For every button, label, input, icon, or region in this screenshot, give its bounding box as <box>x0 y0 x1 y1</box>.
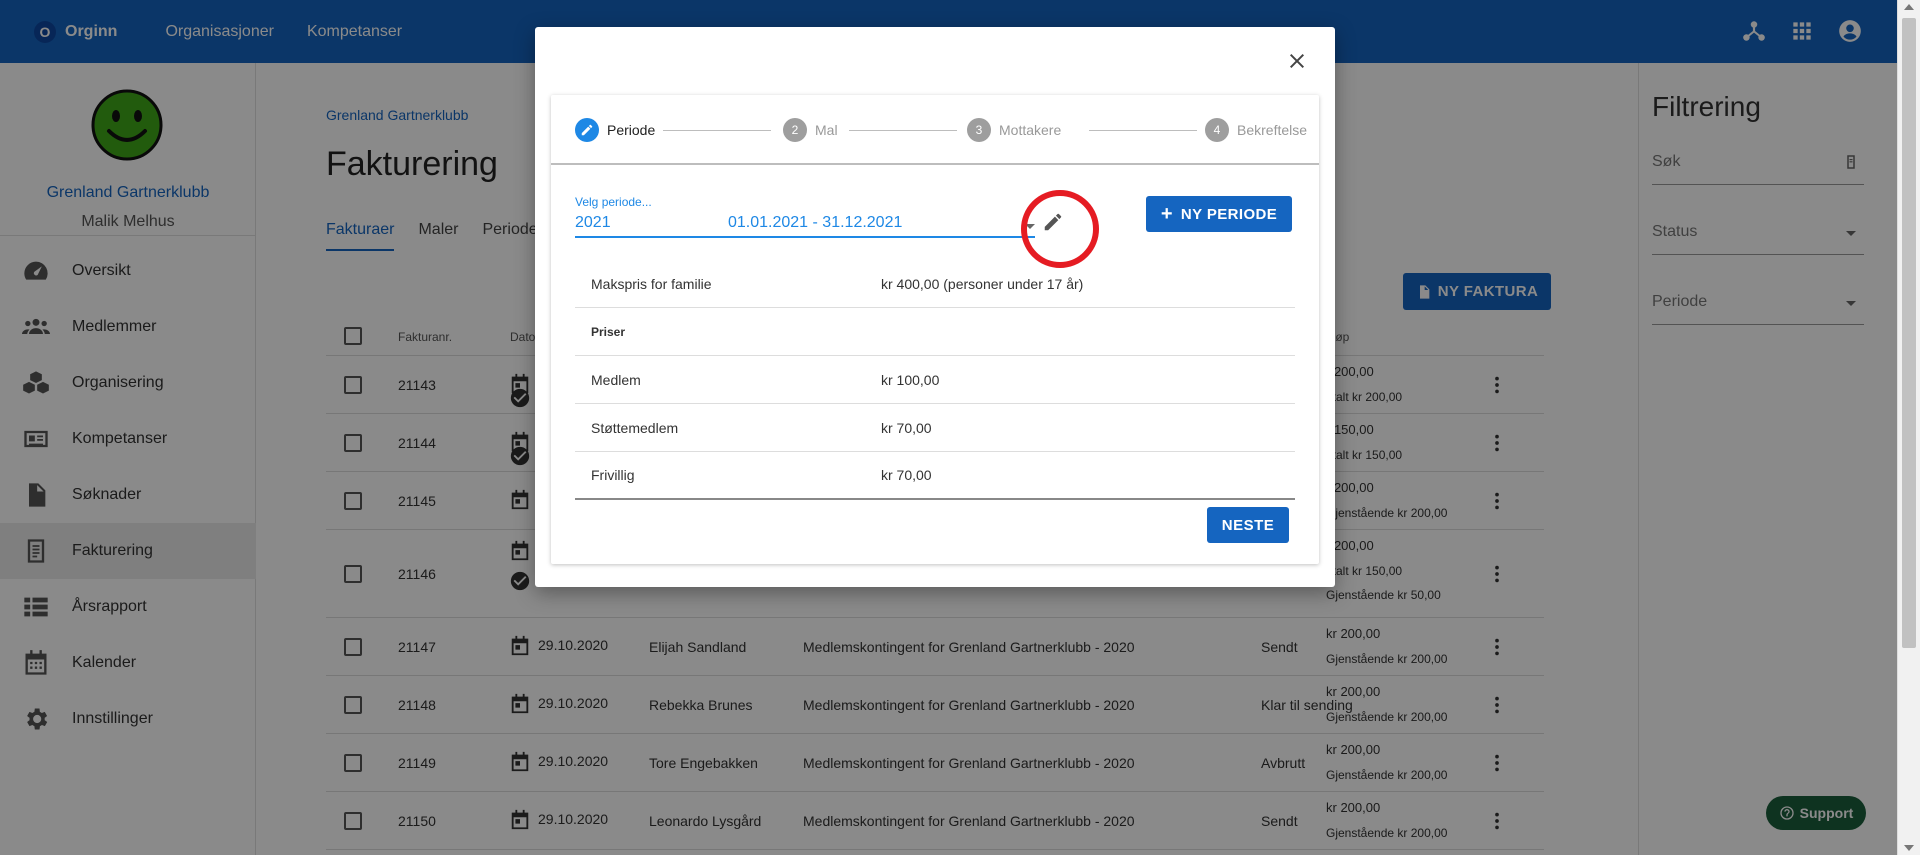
period-year: 2021 <box>575 214 611 231</box>
price-section-title: Priser <box>591 324 626 339</box>
price-row-stottemedlem: Støttemedlem kr 70,00 <box>575 404 1295 452</box>
step-connector <box>663 130 771 131</box>
price-section-header: Priser <box>575 308 1295 356</box>
price-label: Støttemedlem <box>591 419 679 436</box>
scrollbar-thumb[interactable] <box>1902 18 1916 648</box>
price-row-medlem: Medlem kr 100,00 <box>575 356 1295 404</box>
new-invoice-dialog: Periode 2 Mal 3 Mottakere 4 Bekreftelse … <box>535 27 1335 587</box>
step-label: Mottakere <box>999 122 1062 138</box>
price-value: kr 70,00 <box>881 467 932 483</box>
wizard-stepper: Periode 2 Mal 3 Mottakere 4 Bekreftelse <box>551 95 1319 165</box>
scroll-up-arrow-icon[interactable] <box>1904 4 1914 10</box>
price-value: kr 70,00 <box>881 419 932 436</box>
period-range: 01.01.2021 - 31.12.2021 <box>728 214 903 231</box>
wizard-card: Periode 2 Mal 3 Mottakere 4 Bekreftelse … <box>551 95 1319 564</box>
price-value: kr 100,00 <box>881 371 940 388</box>
step-connector <box>849 130 957 131</box>
step-bekreftelse[interactable]: 4 Bekreftelse <box>1205 118 1307 142</box>
step-label: Periode <box>607 122 656 138</box>
step-number: 3 <box>967 118 991 142</box>
price-value: kr 400,00 (personer under 17 år) <box>881 275 1084 292</box>
highlight-circle <box>1021 190 1099 268</box>
period-select[interactable]: 2021 01.01.2021 - 31.12.2021 <box>575 210 1035 238</box>
step-connector <box>1089 130 1197 131</box>
price-row-family-max: Makspris for familie kr 400,00 (personer… <box>575 260 1295 308</box>
price-label: Frivillig <box>591 467 635 483</box>
close-icon[interactable] <box>1285 49 1309 73</box>
new-period-label: NY PERIODE <box>1180 205 1278 223</box>
price-label: Medlem <box>591 371 641 388</box>
step-mal[interactable]: 2 Mal <box>783 118 838 142</box>
step-label: Bekreftelse <box>1237 122 1308 138</box>
price-table: Makspris for familie kr 400,00 (personer… <box>575 260 1295 500</box>
step-label: Mal <box>815 122 838 138</box>
price-row-frivillig: Frivillig kr 70,00 <box>575 452 1295 500</box>
step-mottakere[interactable]: 3 Mottakere <box>967 118 1061 142</box>
scroll-down-arrow-icon[interactable] <box>1904 845 1914 851</box>
page-scrollbar[interactable] <box>1897 0 1920 855</box>
step-number: 2 <box>783 118 807 142</box>
period-select-label: Velg periode... <box>575 195 652 209</box>
step-number: 4 <box>1205 118 1229 142</box>
new-period-button[interactable]: + NY PERIODE <box>1146 196 1292 232</box>
plus-icon: + <box>1160 202 1173 225</box>
next-button[interactable]: NESTE <box>1207 507 1289 543</box>
step-periode[interactable]: Periode <box>575 118 655 142</box>
edit-pencil-icon <box>575 118 599 142</box>
price-label: Makspris for familie <box>591 275 712 292</box>
